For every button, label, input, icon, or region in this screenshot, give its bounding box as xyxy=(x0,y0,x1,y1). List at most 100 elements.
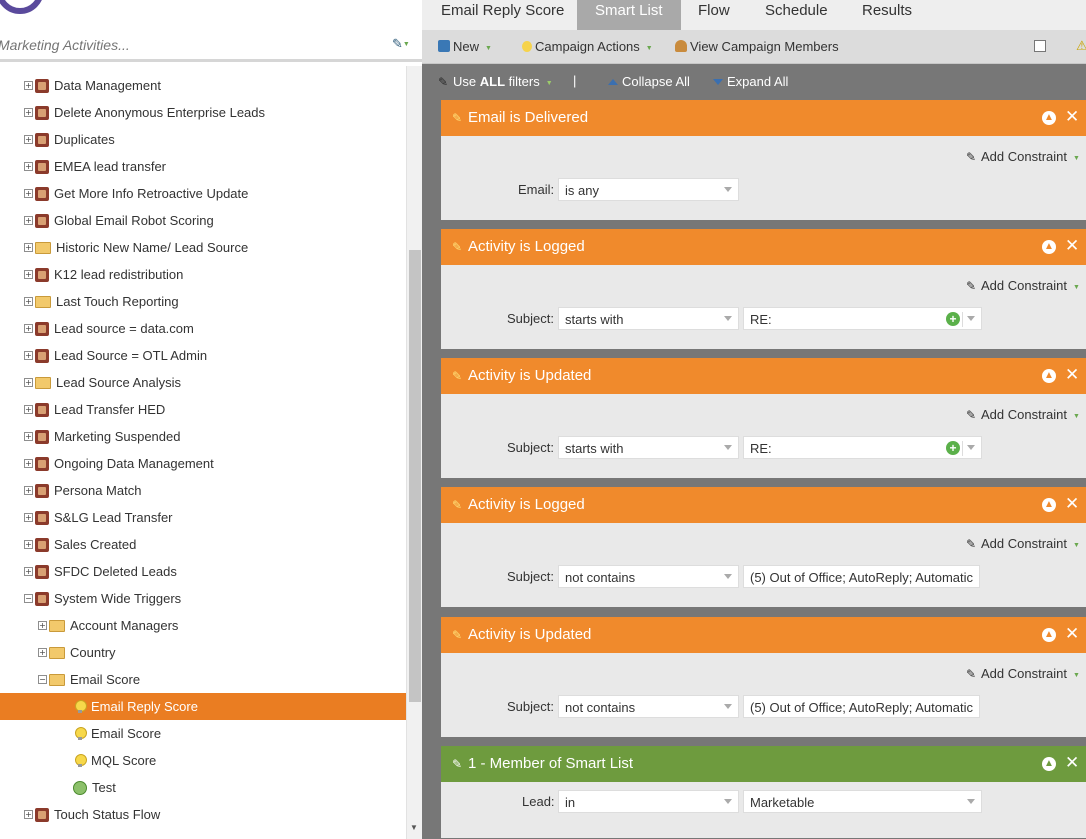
use-all-filters-dropdown[interactable]: ✎ Use ALL filters ▼ xyxy=(438,74,553,89)
filter-header[interactable]: ✎ Activity is Logged ▲ ✕ xyxy=(441,229,1086,265)
expand-icon[interactable]: + xyxy=(24,324,33,333)
tab-email-reply-score[interactable]: Email Reply Score xyxy=(423,0,582,30)
expand-icon[interactable]: + xyxy=(24,432,33,441)
tree-item[interactable]: + Country xyxy=(0,639,406,666)
tree-item[interactable]: + Global Email Robot Scoring xyxy=(0,207,406,234)
value-input[interactable]: (5) Out of Office; AutoReply; Automatic xyxy=(743,695,980,718)
expand-icon[interactable]: + xyxy=(24,378,33,387)
collapse-all-button[interactable]: Collapse All xyxy=(608,74,690,89)
add-value-icon[interactable]: + xyxy=(946,312,960,326)
tree-scrollbar[interactable]: ▼ xyxy=(406,66,422,839)
move-up-icon[interactable]: ▲ xyxy=(1042,498,1056,512)
close-icon[interactable]: ✕ xyxy=(1065,624,1079,644)
expand-icon[interactable]: + xyxy=(24,297,33,306)
add-value-icon[interactable]: + xyxy=(946,441,960,455)
filter-header[interactable]: ✎ Activity is Logged ▲ ✕ xyxy=(441,487,1086,523)
close-icon[interactable]: ✕ xyxy=(1065,107,1079,127)
tree-item[interactable]: + Account Managers xyxy=(0,612,406,639)
expand-icon[interactable]: + xyxy=(38,648,47,657)
window-icon[interactable] xyxy=(1034,40,1046,52)
expand-icon[interactable]: + xyxy=(24,135,33,144)
filter-header[interactable]: ✎ Email is Delivered ▲ ✕ xyxy=(441,100,1086,136)
move-up-icon[interactable]: ▲ xyxy=(1042,628,1056,642)
tab-results[interactable]: Results xyxy=(844,0,930,30)
tree-item[interactable]: + S&LG Lead Transfer xyxy=(0,504,406,531)
operator-select[interactable]: starts with xyxy=(558,436,739,459)
expand-icon[interactable]: + xyxy=(24,540,33,549)
tree-item[interactable]: + Lead Transfer HED xyxy=(0,396,406,423)
move-up-icon[interactable]: ▲ xyxy=(1042,757,1056,771)
tree-item[interactable]: + Persona Match xyxy=(0,477,406,504)
expand-icon[interactable]: + xyxy=(24,486,33,495)
scrollbar-thumb[interactable] xyxy=(409,250,421,702)
tree-item[interactable]: + Sales Created xyxy=(0,531,406,558)
warning-icon[interactable]: ⚠ xyxy=(1076,38,1086,54)
add-constraint-button[interactable]: ✎ Add Constraint ▼ xyxy=(966,407,1080,422)
value-input[interactable]: RE: + xyxy=(743,436,982,459)
new-button[interactable]: New ▼ xyxy=(438,39,492,54)
move-up-icon[interactable]: ▲ xyxy=(1042,111,1056,125)
tree-item[interactable]: − System Wide Triggers xyxy=(0,585,406,612)
close-icon[interactable]: ✕ xyxy=(1065,236,1079,256)
add-constraint-button[interactable]: ✎ Add Constraint ▼ xyxy=(966,278,1080,293)
tree-item[interactable]: + EMEA lead transfer xyxy=(0,153,406,180)
expand-icon[interactable]: + xyxy=(24,108,33,117)
expand-icon[interactable]: + xyxy=(24,189,33,198)
operator-select[interactable]: in xyxy=(558,790,739,813)
expand-icon[interactable]: + xyxy=(24,405,33,414)
tree-item[interactable]: − Email Score xyxy=(0,666,406,693)
operator-select[interactable]: starts with xyxy=(558,307,739,330)
tree-item[interactable]: + Lead Source Analysis xyxy=(0,369,406,396)
tree-item[interactable]: + Touch Status Flow xyxy=(0,801,406,828)
close-icon[interactable]: ✕ xyxy=(1065,365,1079,385)
tab-schedule[interactable]: Schedule xyxy=(747,0,846,30)
operator-select[interactable]: is any xyxy=(558,178,739,201)
collapse-icon[interactable]: − xyxy=(38,675,47,684)
expand-icon[interactable]: + xyxy=(24,351,33,360)
campaign-actions-button[interactable]: Campaign Actions ▼ xyxy=(522,39,653,54)
expand-icon[interactable]: + xyxy=(24,513,33,522)
operator-select[interactable]: not contains xyxy=(558,695,739,718)
tree-item[interactable]: + Ongoing Data Management xyxy=(0,450,406,477)
expand-icon[interactable]: + xyxy=(24,567,33,576)
tree-search-input[interactable] xyxy=(0,34,378,56)
close-icon[interactable]: ✕ xyxy=(1065,753,1079,773)
add-constraint-button[interactable]: ✎ Add Constraint ▼ xyxy=(966,666,1080,681)
tree-item[interactable]: + Last Touch Reporting xyxy=(0,288,406,315)
add-constraint-button[interactable]: ✎ Add Constraint ▼ xyxy=(966,536,1080,551)
scroll-down-arrow-icon[interactable]: ▼ xyxy=(410,823,418,832)
expand-icon[interactable]: + xyxy=(24,270,33,279)
expand-icon[interactable]: + xyxy=(24,459,33,468)
add-constraint-button[interactable]: ✎ Add Constraint ▼ xyxy=(966,149,1080,164)
tree-item[interactable]: + Historic New Name/ Lead Source xyxy=(0,234,406,261)
expand-icon[interactable]: + xyxy=(24,810,33,819)
value-input[interactable]: RE: + xyxy=(743,307,982,330)
expand-icon[interactable]: + xyxy=(38,621,47,630)
tree-item[interactable]: + Duplicates xyxy=(0,126,406,153)
expand-icon[interactable]: + xyxy=(24,216,33,225)
expand-icon[interactable]: + xyxy=(24,162,33,171)
view-campaign-members-button[interactable]: View Campaign Members xyxy=(675,39,839,54)
tree-item[interactable]: + K12 lead redistribution xyxy=(0,261,406,288)
tree-item[interactable]: + Lead Source = OTL Admin xyxy=(0,342,406,369)
expand-icon[interactable]: + xyxy=(24,243,33,252)
tab-flow[interactable]: Flow xyxy=(680,0,748,30)
operator-select[interactable]: not contains xyxy=(558,565,739,588)
tree-item[interactable]: + Delete Anonymous Enterprise Leads xyxy=(0,99,406,126)
tab-smart-list[interactable]: Smart List xyxy=(577,0,681,30)
tree-item[interactable]: Test xyxy=(0,774,406,801)
close-icon[interactable]: ✕ xyxy=(1065,494,1079,514)
filter-header[interactable]: ✎ Activity is Updated ▲ ✕ xyxy=(441,358,1086,394)
tree-item[interactable]: MQL Score xyxy=(0,747,406,774)
value-input[interactable]: (5) Out of Office; AutoReply; Automatic xyxy=(743,565,980,588)
expand-icon[interactable]: + xyxy=(24,81,33,90)
move-up-icon[interactable]: ▲ xyxy=(1042,369,1056,383)
tree-item[interactable]: + Data Management xyxy=(0,72,406,99)
filter-header[interactable]: ✎ 1 - Member of Smart List ▲ ✕ xyxy=(441,746,1086,782)
tree-item[interactable]: Email Score xyxy=(0,720,406,747)
tree-item[interactable]: + Lead source = data.com xyxy=(0,315,406,342)
search-options-button[interactable]: ✎▼ xyxy=(392,36,418,54)
value-select[interactable]: Marketable xyxy=(743,790,982,813)
tree-item[interactable]: + SFDC Deleted Leads xyxy=(0,558,406,585)
tree-item-selected[interactable]: Email Reply Score xyxy=(0,693,406,720)
